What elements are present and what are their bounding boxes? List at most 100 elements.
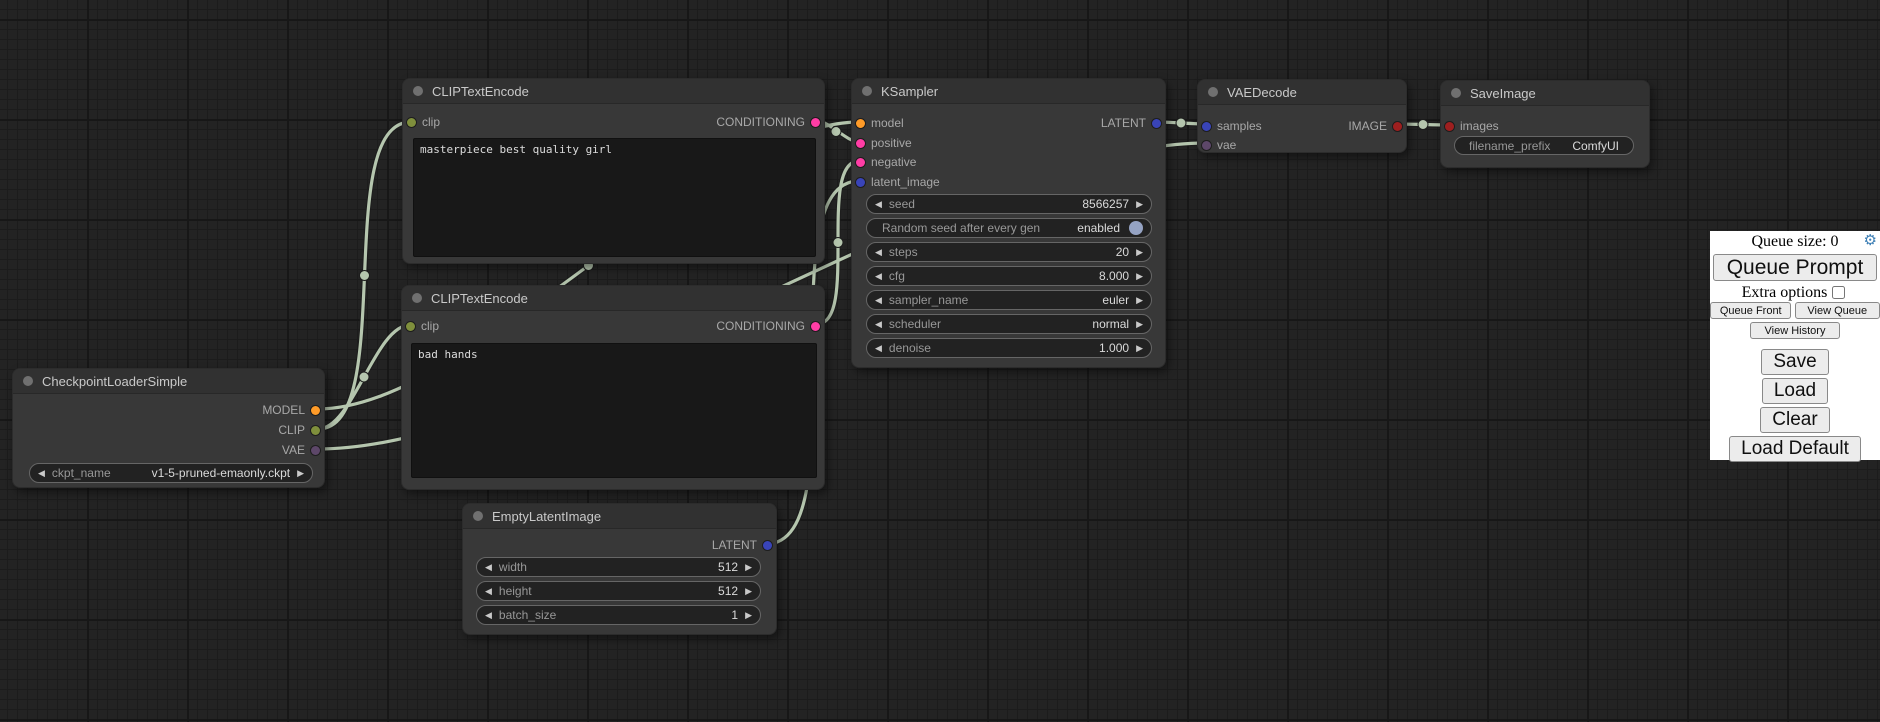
vae-input-dot[interactable] <box>1202 141 1211 150</box>
vae-output-dot[interactable] <box>311 446 320 455</box>
output-slot-model[interactable]: MODEL <box>262 400 320 420</box>
increment-arrow-icon[interactable]: ▶ <box>745 563 752 572</box>
filename-prefix-widget[interactable]: filename_prefix ComfyUI <box>1454 136 1634 155</box>
node-ksampler[interactable]: KSampler model positive negative latent_… <box>851 78 1166 368</box>
batch-size-widget[interactable]: ◀ batch_size 1 ▶ <box>476 605 761 625</box>
model-output-dot[interactable] <box>311 406 320 415</box>
node-empty-latent-image[interactable]: EmptyLatentImage LATENT ◀ width 512 ▶ ◀ … <box>462 503 777 635</box>
collapse-toggle-icon[interactable] <box>412 293 422 303</box>
clip-input-dot[interactable] <box>407 118 416 127</box>
node-save-image[interactable]: SaveImage images filename_prefix ComfyUI <box>1440 80 1650 168</box>
increment-arrow-icon[interactable]: ▶ <box>1136 200 1143 209</box>
output-slot-conditioning[interactable]: CONDITIONING <box>716 112 820 132</box>
input-slot-model[interactable]: model <box>856 113 904 133</box>
samples-input-dot[interactable] <box>1202 122 1211 131</box>
extra-options-checkbox[interactable] <box>1832 286 1845 299</box>
collapse-toggle-icon[interactable] <box>1208 87 1218 97</box>
increment-arrow-icon[interactable]: ▶ <box>297 469 304 478</box>
node-title-bar[interactable]: CLIPTextEncode <box>402 286 824 311</box>
input-slot-positive[interactable]: positive <box>856 133 912 153</box>
node-checkpoint-loader-simple[interactable]: CheckpointLoaderSimple MODEL CLIP VAE ◀ … <box>12 368 325 488</box>
decrement-arrow-icon[interactable]: ◀ <box>875 344 882 353</box>
gear-icon[interactable]: ⚙ <box>1864 234 1877 249</box>
output-slot-latent[interactable]: LATENT <box>1101 113 1161 133</box>
increment-arrow-icon[interactable]: ▶ <box>1136 272 1143 281</box>
save-button[interactable]: Save <box>1761 349 1828 375</box>
clear-button[interactable]: Clear <box>1760 407 1829 433</box>
width-widget[interactable]: ◀ width 512 ▶ <box>476 557 761 577</box>
decrement-arrow-icon[interactable]: ◀ <box>485 611 492 620</box>
latent-input-dot[interactable] <box>856 178 865 187</box>
seed-widget[interactable]: ◀ seed 8566257 ▶ <box>866 194 1152 214</box>
queue-front-button[interactable]: Queue Front <box>1710 302 1791 319</box>
positive-prompt-textarea[interactable]: masterpiece best quality girl <box>413 138 816 257</box>
input-slot-images[interactable]: images <box>1445 116 1499 136</box>
increment-arrow-icon[interactable]: ▶ <box>745 611 752 620</box>
scheduler-widget[interactable]: ◀ scheduler normal ▶ <box>866 314 1152 334</box>
input-slot-latent-image[interactable]: latent_image <box>856 172 940 192</box>
node-clip-text-encode-positive[interactable]: CLIPTextEncode clip CONDITIONING masterp… <box>402 78 825 264</box>
height-widget[interactable]: ◀ height 512 ▶ <box>476 581 761 601</box>
toggle-on-icon[interactable] <box>1129 221 1143 235</box>
node-title-bar[interactable]: VAEDecode <box>1198 80 1406 105</box>
input-slot-clip[interactable]: clip <box>406 316 439 336</box>
load-default-button[interactable]: Load Default <box>1729 436 1861 462</box>
output-slot-conditioning[interactable]: CONDITIONING <box>716 316 820 336</box>
image-output-dot[interactable] <box>1393 122 1402 131</box>
node-title-bar[interactable]: CLIPTextEncode <box>403 79 824 104</box>
decrement-arrow-icon[interactable]: ◀ <box>875 272 882 281</box>
node-clip-text-encode-negative[interactable]: CLIPTextEncode clip CONDITIONING bad han… <box>401 285 825 490</box>
conditioning-output-dot[interactable] <box>811 118 820 127</box>
output-slot-image[interactable]: IMAGE <box>1348 116 1402 136</box>
latent-output-dot[interactable] <box>763 541 772 550</box>
conditioning-output-dot[interactable] <box>811 322 820 331</box>
input-slot-clip[interactable]: clip <box>407 112 440 132</box>
negative-prompt-textarea[interactable]: bad hands <box>411 343 817 478</box>
input-slot-negative[interactable]: negative <box>856 152 916 172</box>
increment-arrow-icon[interactable]: ▶ <box>1136 320 1143 329</box>
cfg-widget[interactable]: ◀ cfg 8.000 ▶ <box>866 266 1152 286</box>
decrement-arrow-icon[interactable]: ◀ <box>485 587 492 596</box>
decrement-arrow-icon[interactable]: ◀ <box>875 248 882 257</box>
input-slot-samples[interactable]: samples <box>1202 116 1262 136</box>
decrement-arrow-icon[interactable]: ◀ <box>875 320 882 329</box>
denoise-widget[interactable]: ◀ denoise 1.000 ▶ <box>866 338 1152 358</box>
model-input-dot[interactable] <box>856 119 865 128</box>
output-slot-vae[interactable]: VAE <box>282 440 320 460</box>
node-title-bar[interactable]: KSampler <box>852 79 1165 104</box>
input-slot-vae[interactable]: vae <box>1202 135 1236 155</box>
collapse-toggle-icon[interactable] <box>473 511 483 521</box>
increment-arrow-icon[interactable]: ▶ <box>745 587 752 596</box>
random-seed-toggle-widget[interactable]: Random seed after every gen enabled <box>866 218 1152 238</box>
view-queue-button[interactable]: View Queue <box>1795 302 1880 319</box>
sampler-name-widget[interactable]: ◀ sampler_name euler ▶ <box>866 290 1152 310</box>
decrement-arrow-icon[interactable]: ◀ <box>485 563 492 572</box>
ckpt-name-widget[interactable]: ◀ ckpt_name v1-5-pruned-emaonly.ckpt ▶ <box>29 463 313 483</box>
positive-input-dot[interactable] <box>856 139 865 148</box>
collapse-toggle-icon[interactable] <box>413 86 423 96</box>
collapse-toggle-icon[interactable] <box>1451 88 1461 98</box>
node-vae-decode[interactable]: VAEDecode samples vae IMAGE <box>1197 79 1407 153</box>
decrement-arrow-icon[interactable]: ◀ <box>38 469 45 478</box>
load-button[interactable]: Load <box>1762 378 1828 404</box>
increment-arrow-icon[interactable]: ▶ <box>1136 248 1143 257</box>
increment-arrow-icon[interactable]: ▶ <box>1136 296 1143 305</box>
collapse-toggle-icon[interactable] <box>23 376 33 386</box>
decrement-arrow-icon[interactable]: ◀ <box>875 200 882 209</box>
negative-input-dot[interactable] <box>856 158 865 167</box>
queue-prompt-button[interactable]: Queue Prompt <box>1713 254 1877 281</box>
images-input-dot[interactable] <box>1445 122 1454 131</box>
clip-output-dot[interactable] <box>311 426 320 435</box>
increment-arrow-icon[interactable]: ▶ <box>1136 344 1143 353</box>
decrement-arrow-icon[interactable]: ◀ <box>875 296 882 305</box>
collapse-toggle-icon[interactable] <box>862 86 872 96</box>
output-slot-latent[interactable]: LATENT <box>712 535 772 555</box>
steps-widget[interactable]: ◀ steps 20 ▶ <box>866 242 1152 262</box>
node-title-bar[interactable]: EmptyLatentImage <box>463 504 776 529</box>
output-slot-clip[interactable]: CLIP <box>278 420 320 440</box>
view-history-button[interactable]: View History <box>1750 322 1840 339</box>
clip-input-dot[interactable] <box>406 322 415 331</box>
node-title-bar[interactable]: CheckpointLoaderSimple <box>13 369 324 394</box>
graph-canvas[interactable]: CheckpointLoaderSimple MODEL CLIP VAE ◀ … <box>0 0 1880 722</box>
latent-output-dot[interactable] <box>1152 119 1161 128</box>
